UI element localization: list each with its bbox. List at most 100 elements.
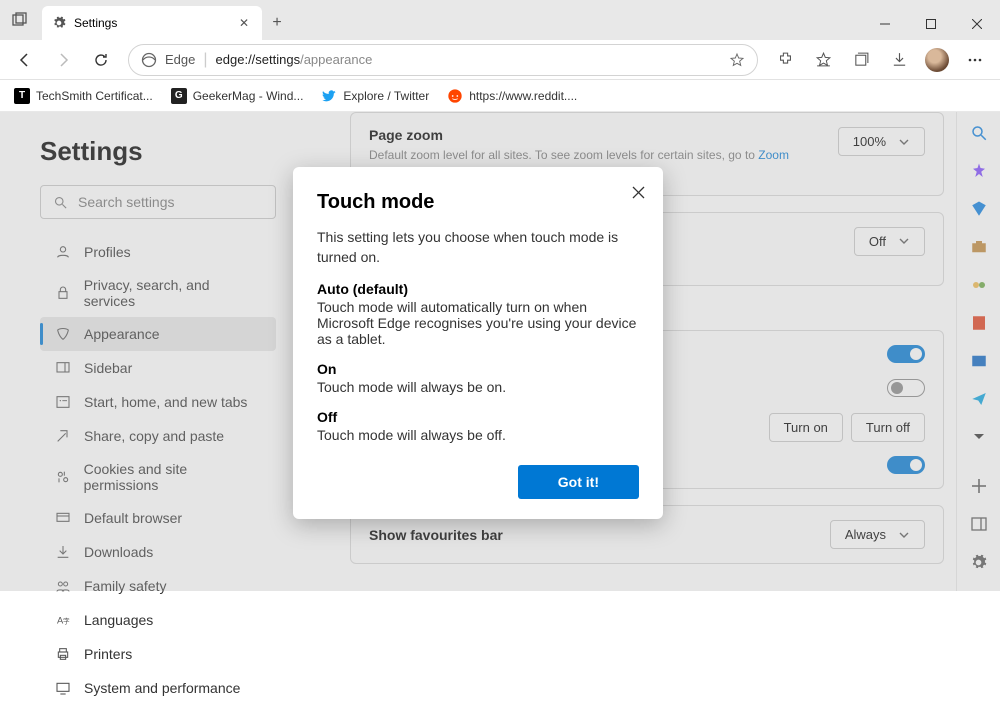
drop-icon[interactable] xyxy=(964,384,994,414)
search-icon[interactable] xyxy=(964,118,994,148)
nav-label: Start, home, and new tabs xyxy=(84,394,247,410)
nav-label: Profiles xyxy=(84,244,131,260)
outlook-icon[interactable] xyxy=(964,346,994,376)
close-icon[interactable]: ✕ xyxy=(236,15,252,31)
new-tab-button[interactable]: + xyxy=(262,6,292,40)
titlebar: Settings ✕ + xyxy=(0,0,1000,40)
nav-icon xyxy=(54,359,72,377)
nav-icon: A字 xyxy=(54,611,72,629)
games-icon[interactable] xyxy=(964,270,994,300)
nav-label: Languages xyxy=(84,612,153,628)
nav-item-share-copy-and-paste[interactable]: Share, copy and paste xyxy=(40,419,276,453)
got-it-button[interactable]: Got it! xyxy=(518,465,639,499)
option-description: Touch mode will always be off. xyxy=(317,427,639,443)
office-icon[interactable] xyxy=(964,308,994,338)
nav-label: Default browser xyxy=(84,510,182,526)
hide-sidebar-icon[interactable] xyxy=(964,509,994,539)
option-title: Off xyxy=(317,409,639,425)
chevron-down-icon xyxy=(898,136,910,148)
refresh-button[interactable] xyxy=(84,43,118,77)
turn-on-button[interactable]: Turn on xyxy=(769,413,843,442)
favorite-item[interactable]: G GeekerMag - Wind... xyxy=(165,84,310,108)
nav-icon xyxy=(54,427,72,445)
add-button[interactable] xyxy=(964,471,994,501)
nav-item-printers[interactable]: Printers xyxy=(40,637,276,671)
touch-mode-select[interactable]: Off xyxy=(854,227,925,256)
browser-sidebar xyxy=(956,112,1000,591)
favorites-button[interactable] xyxy=(806,43,840,77)
search-icon xyxy=(53,195,68,210)
nav-label: Share, copy and paste xyxy=(84,428,224,444)
turn-off-button[interactable]: Turn off xyxy=(851,413,925,442)
search-input-field[interactable] xyxy=(78,194,263,210)
nav-label: Cookies and site permissions xyxy=(84,461,262,493)
more-menu-button[interactable] xyxy=(958,43,992,77)
extensions-button[interactable] xyxy=(768,43,802,77)
nav-item-appearance[interactable]: Appearance xyxy=(40,317,276,351)
downloads-button[interactable] xyxy=(882,43,916,77)
nav-icon xyxy=(54,679,72,697)
option-description: Touch mode will always be on. xyxy=(317,379,639,395)
nav-label: Printers xyxy=(84,646,132,662)
nav-label: System and performance xyxy=(84,680,240,696)
nav-item-profiles[interactable]: Profiles xyxy=(40,235,276,269)
favicon: T xyxy=(14,88,30,104)
nav-item-languages[interactable]: A字 Languages xyxy=(40,603,276,637)
nav-item-privacy-search-and-services[interactable]: Privacy, search, and services xyxy=(40,269,276,317)
tab-actions-button[interactable] xyxy=(0,0,40,40)
favorite-label: https://www.reddit.... xyxy=(469,89,577,103)
profile-avatar[interactable] xyxy=(920,43,954,77)
nav-icon xyxy=(54,243,72,261)
favorite-star-icon[interactable] xyxy=(723,46,751,74)
select-value: Off xyxy=(869,234,886,249)
option-description: Touch mode will automatically turn on wh… xyxy=(317,299,639,347)
tools-icon[interactable] xyxy=(964,232,994,262)
card-title: Show favourites bar xyxy=(369,527,503,543)
forward-button[interactable] xyxy=(46,43,80,77)
shopping-icon[interactable] xyxy=(964,194,994,224)
chevron-down-icon[interactable] xyxy=(964,422,994,452)
svg-text:字: 字 xyxy=(63,616,70,625)
nav-item-cookies-and-site-permissions[interactable]: Cookies and site permissions xyxy=(40,453,276,501)
favorite-item[interactable]: Explore / Twitter xyxy=(315,84,435,108)
nav-item-start-home-and-new-tabs[interactable]: Start, home, and new tabs xyxy=(40,385,276,419)
favorite-item[interactable]: T TechSmith Certificat... xyxy=(8,84,159,108)
nav-label: Downloads xyxy=(84,544,153,560)
chevron-down-icon xyxy=(898,529,910,541)
toggle-switch[interactable] xyxy=(887,345,925,363)
nav-item-default-browser[interactable]: Default browser xyxy=(40,501,276,535)
minimize-button[interactable] xyxy=(862,8,908,40)
back-button[interactable] xyxy=(8,43,42,77)
browser-tab[interactable]: Settings ✕ xyxy=(42,6,262,40)
nav-label: Appearance xyxy=(84,326,160,342)
select-value: 100% xyxy=(853,134,886,149)
nav-item-family-safety[interactable]: Family safety xyxy=(40,569,276,603)
nav-item-system-and-performance[interactable]: System and performance xyxy=(40,671,276,705)
twitter-icon xyxy=(321,88,337,104)
maximize-button[interactable] xyxy=(908,8,954,40)
sidebar-settings-icon[interactable] xyxy=(964,547,994,577)
touch-mode-dialog: Touch mode This setting lets you choose … xyxy=(293,167,663,519)
collections-button[interactable] xyxy=(844,43,878,77)
favorites-bar: T TechSmith Certificat... G GeekerMag - … xyxy=(0,80,1000,112)
favorite-item[interactable]: https://www.reddit.... xyxy=(441,84,583,108)
favourites-bar-select[interactable]: Always xyxy=(830,520,925,549)
address-bar[interactable]: Edge | edge://settings/appearance xyxy=(128,44,758,76)
toggle-switch[interactable] xyxy=(887,456,925,474)
reddit-icon xyxy=(447,88,463,104)
nav-icon xyxy=(54,468,72,486)
page-title: Settings xyxy=(40,136,276,167)
nav-item-downloads[interactable]: Downloads xyxy=(40,535,276,569)
close-window-button[interactable] xyxy=(954,8,1000,40)
zoom-select[interactable]: 100% xyxy=(838,127,925,156)
settings-nav: Profiles Privacy, search, and services App… xyxy=(40,235,276,705)
discover-icon[interactable] xyxy=(964,156,994,186)
nav-item-sidebar[interactable]: Sidebar xyxy=(40,351,276,385)
gear-icon xyxy=(52,16,66,30)
nav-icon xyxy=(54,645,72,663)
toggle-switch[interactable] xyxy=(887,379,925,397)
favorite-label: Explore / Twitter xyxy=(343,89,429,103)
search-settings-input[interactable] xyxy=(40,185,276,219)
close-dialog-button[interactable] xyxy=(627,181,649,203)
nav-icon xyxy=(54,543,72,561)
